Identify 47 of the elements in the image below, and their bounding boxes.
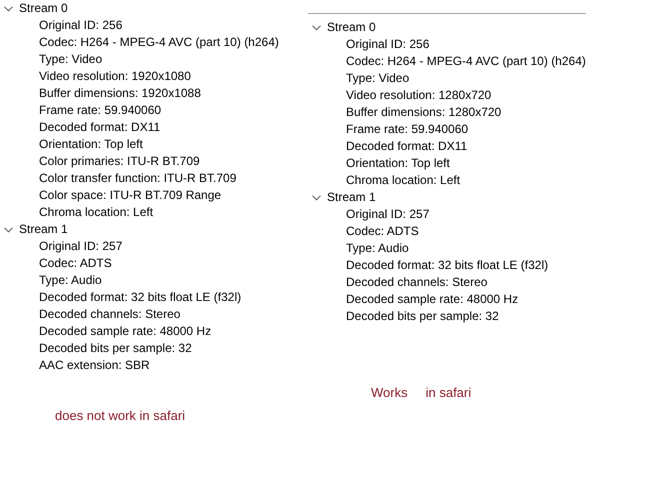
property-text: Decoded channels: Stereo: [39, 307, 180, 321]
property-text: Decoded sample rate: 48000 Hz: [39, 324, 212, 338]
property-text: Decoded format: DX11: [39, 120, 160, 134]
annotation-text: Works: [371, 384, 408, 402]
property-text: Color space: ITU-R BT.709 Range: [39, 188, 222, 202]
property-text: Codec: ADTS: [39, 256, 112, 270]
property-text: Buffer dimensions: 1920x1088: [39, 86, 201, 100]
property-text: Type: Video: [39, 52, 102, 66]
property-text: Decoded sample rate: 48000 Hz: [346, 292, 518, 306]
property-text: Orientation: Top left: [39, 137, 143, 151]
property-text: Type: Audio: [39, 273, 102, 287]
tree-node-label[interactable]: Stream 1: [19, 221, 68, 238]
property-text: Type: Audio: [346, 241, 409, 255]
property-text: Frame rate: 59.940060: [39, 103, 162, 117]
property-text: Frame rate: 59.940060: [346, 122, 468, 136]
property-text: Original ID: 256: [39, 18, 122, 32]
property-text: Codec: ADTS: [346, 224, 419, 238]
property-text: Decoded format: 32 bits float LE (f32l): [39, 290, 242, 304]
property-text: Type: Video: [346, 71, 410, 85]
property-text: Decoded bits per sample: 32: [39, 341, 192, 355]
property-text: Decoded channels: Stereo: [346, 275, 488, 289]
annotation-text: does not work in safari: [55, 408, 186, 423]
chevron-down-icon[interactable]: [4, 226, 13, 232]
property-text: Decoded format: 32 bits float LE (f32l): [346, 258, 548, 272]
property-text: Orientation: Top left: [346, 156, 450, 170]
tree-node-label[interactable]: Stream 1: [327, 189, 376, 206]
property-text: Original ID: 256: [346, 37, 430, 51]
property-text: Chroma location: Left: [346, 173, 460, 187]
property-text: Video resolution: 1920x1080: [39, 69, 191, 83]
property-text: Color transfer function: ITU-R BT.709: [39, 171, 236, 185]
tree-node-label[interactable]: Stream 0: [19, 0, 68, 17]
chevron-down-icon[interactable]: [4, 6, 13, 12]
chevron-down-icon[interactable]: [312, 24, 321, 30]
property-text: Buffer dimensions: 1280x720: [346, 105, 502, 119]
property-text: Chroma location: Left: [39, 205, 154, 219]
property-text: Decoded bits per sample: 32: [346, 309, 499, 323]
tree-node-label[interactable]: Stream 0: [327, 19, 376, 36]
property-text: Original ID: 257: [39, 239, 122, 253]
property-text: Codec: H264 - MPEG-4 AVC (part 10) (h264): [39, 35, 279, 49]
property-text: Codec: H264 - MPEG-4 AVC (part 10) (h264): [346, 54, 586, 68]
annotation-text: in safari: [426, 384, 472, 402]
property-text: Decoded format: DX11: [346, 139, 468, 153]
property-text: Original ID: 257: [346, 207, 430, 221]
chevron-down-icon[interactable]: [312, 194, 321, 200]
property-text: AAC extension: SBR: [39, 358, 150, 372]
property-text: Color primaries: ITU-R BT.709: [39, 154, 200, 168]
property-text: Video resolution: 1280x720: [346, 88, 492, 102]
